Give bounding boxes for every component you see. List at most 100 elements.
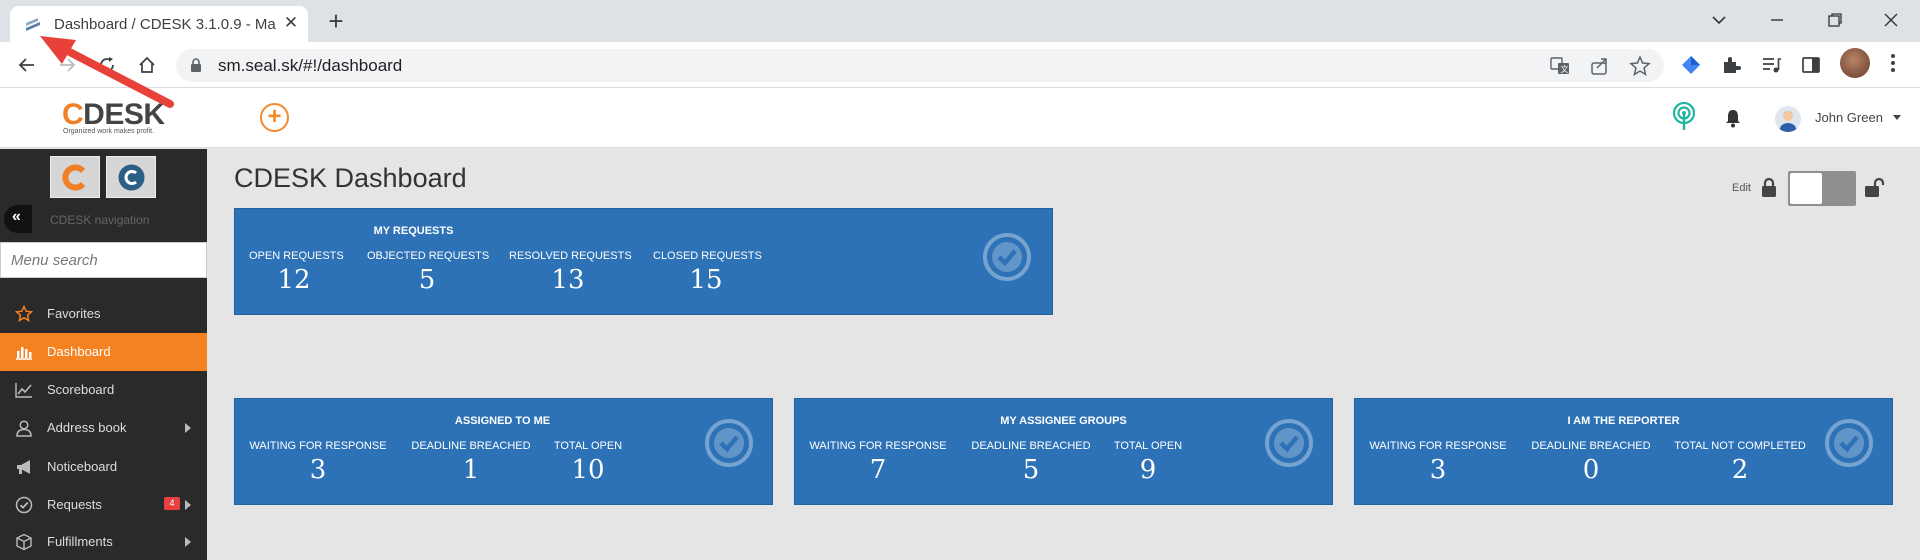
logo-tagline: Organized work makes profit. [63,128,155,135]
toggle-knob [1790,173,1822,204]
metric-deadline-breached[interactable]: DEADLINE BREACHED 1 [411,440,531,485]
address-bar[interactable]: sm.seal.sk/#!/dashboard 文 [176,49,1664,82]
sidebar-item-scoreboard[interactable]: Scoreboard [0,371,207,409]
metric-deadline-breached[interactable]: DEADLINE BREACHED 0 [1531,440,1651,485]
metric-open-requests[interactable]: OPEN REQUESTS 12 [249,250,344,295]
app-switch-secondary[interactable] [106,156,156,198]
menu-search-input[interactable] [0,242,207,278]
sidebar-item-noticeboard[interactable]: Noticeboard [0,448,207,486]
check-circle-watermark-icon [705,419,753,467]
home-button[interactable] [132,50,162,80]
metric-total-not-completed[interactable]: TOTAL NOT COMPLETED 2 [1673,440,1807,485]
browser-profile-avatar[interactable] [1840,48,1870,78]
metric-label: TOTAL NOT COMPLETED [1674,440,1806,452]
metric-value: 9 [1139,455,1157,485]
translate-icon[interactable]: 文 [1549,55,1571,77]
new-tab-button[interactable]: + [322,8,350,36]
metric-waiting-for-response[interactable]: WAITING FOR RESPONSE 7 [809,440,947,485]
check-circle-icon [15,496,33,514]
metric-total-open[interactable]: TOTAL OPEN 10 [553,440,623,485]
back-button[interactable] [12,50,42,80]
star-icon [15,305,33,323]
card-title: MY ASSIGNEE GROUPS [1000,415,1127,427]
bookmark-star-icon[interactable] [1629,55,1651,77]
sidebar-item-requests[interactable]: Requests 4 [0,486,207,524]
minimize-window-button[interactable] [1748,0,1806,40]
submenu-arrow-icon [185,500,191,510]
chrome-menu-icon[interactable] [1890,52,1896,74]
edit-mode-toggle[interactable] [1788,171,1856,206]
cdesk-app-icon [62,164,86,191]
metric-value: 13 [551,265,585,295]
metric-value: 3 [1429,455,1447,485]
cdesk-logo[interactable]: CDESK [62,98,165,132]
forward-button[interactable] [52,50,82,80]
url-text: sm.seal.sk/#!/dashboard [218,56,403,75]
chevron-down-icon [1712,16,1726,25]
metric-value: 10 [571,455,605,485]
minimize-button[interactable] [1690,0,1748,40]
metric-label: WAITING FOR RESPONSE [809,440,947,452]
locked-icon [1762,177,1776,197]
logo-word: DESK [83,98,165,131]
home-icon [139,56,155,73]
app-header: CDESK Organized work makes profit. + Joh… [0,88,1920,148]
metric-resolved-requests[interactable]: RESOLVED REQUESTS 13 [509,250,632,295]
sidebar-item-dashboard[interactable]: Dashboard [0,333,207,371]
my-requests-card[interactable]: MY REQUESTS OPEN REQUESTS 12 OBJECTED RE… [234,208,1053,315]
side-panel-icon[interactable] [1800,54,1822,76]
metric-deadline-breached[interactable]: DEADLINE BREACHED 5 [971,440,1091,485]
my-assignee-groups-card[interactable]: MY ASSIGNEE GROUPS WAITING FOR RESPONSE … [794,398,1333,505]
bar-chart-icon [16,347,32,360]
minimize-icon [1771,19,1783,21]
metric-objected-requests[interactable]: OBJECTED REQUESTS 5 [367,250,490,295]
metric-waiting-for-response[interactable]: WAITING FOR RESPONSE 3 [1369,440,1507,485]
sidebar-item-favorites[interactable]: Favorites [0,295,207,333]
radar-signal-icon[interactable] [1670,101,1698,133]
line-chart-icon [15,383,32,398]
sidebar-item-label: Noticeboard [47,459,118,474]
sidebar: « CDESK navigation Favorites Dashboard S… [0,149,207,560]
restore-icon [1828,13,1842,27]
cdesk-favicon-icon [25,17,41,33]
user-name[interactable]: John Green [1815,110,1883,125]
metric-label: DEADLINE BREACHED [971,440,1091,452]
browser-tabstrip: Dashboard / CDESK 3.1.0.9 - Mar ✕ + [0,0,1920,42]
i-am-the-reporter-card[interactable]: I AM THE REPORTER WAITING FOR RESPONSE 3… [1354,398,1893,505]
tab-title: Dashboard / CDESK 3.1.0.9 - Mar [54,16,276,33]
box-icon [16,533,32,551]
assigned-to-me-card[interactable]: ASSIGNED TO ME WAITING FOR RESPONSE 3 DE… [234,398,773,505]
unlocked-icon [1865,177,1885,197]
share-icon[interactable] [1589,55,1611,77]
notification-bell-icon[interactable] [1724,108,1742,128]
puzzle-extensions-icon[interactable] [1720,54,1742,76]
metric-value: 1 [462,455,480,485]
quick-add-button[interactable]: + [260,103,289,132]
sidebar-item-label: Scoreboard [47,382,115,397]
metric-total-open[interactable]: TOTAL OPEN 9 [1113,440,1183,485]
restore-window-button[interactable] [1806,0,1864,40]
user-avatar[interactable] [1775,106,1801,132]
tab-close-icon[interactable]: ✕ [280,12,302,34]
edit-label: Edit [1732,182,1751,194]
metric-label: WAITING FOR RESPONSE [249,440,387,452]
sidebar-item-label: Fulfillments [47,534,113,549]
metric-closed-requests[interactable]: CLOSED REQUESTS 15 [653,250,762,295]
media-queue-icon[interactable] [1760,54,1782,76]
lock-icon [191,58,201,72]
close-window-button[interactable] [1862,0,1920,40]
metric-label: OBJECTED REQUESTS [367,250,490,262]
browser-tab[interactable]: Dashboard / CDESK 3.1.0.9 - Mar ✕ [10,6,308,42]
metric-waiting-for-response[interactable]: WAITING FOR RESPONSE 3 [249,440,387,485]
metric-value: 2 [1731,455,1749,485]
user-menu-caret-icon[interactable] [1893,115,1901,120]
reload-button[interactable] [92,50,122,80]
sidebar-item-address-book[interactable]: Address book [0,409,207,447]
app-switch-cdesk[interactable] [50,156,100,198]
metric-value: 3 [309,455,327,485]
sidebar-item-fulfillments[interactable]: Fulfillments [0,523,207,560]
sidebar-item-label: Address book [47,420,127,435]
extension-diamond-icon[interactable] [1680,54,1702,76]
close-icon [1884,13,1898,27]
check-circle-watermark-icon [1265,419,1313,467]
